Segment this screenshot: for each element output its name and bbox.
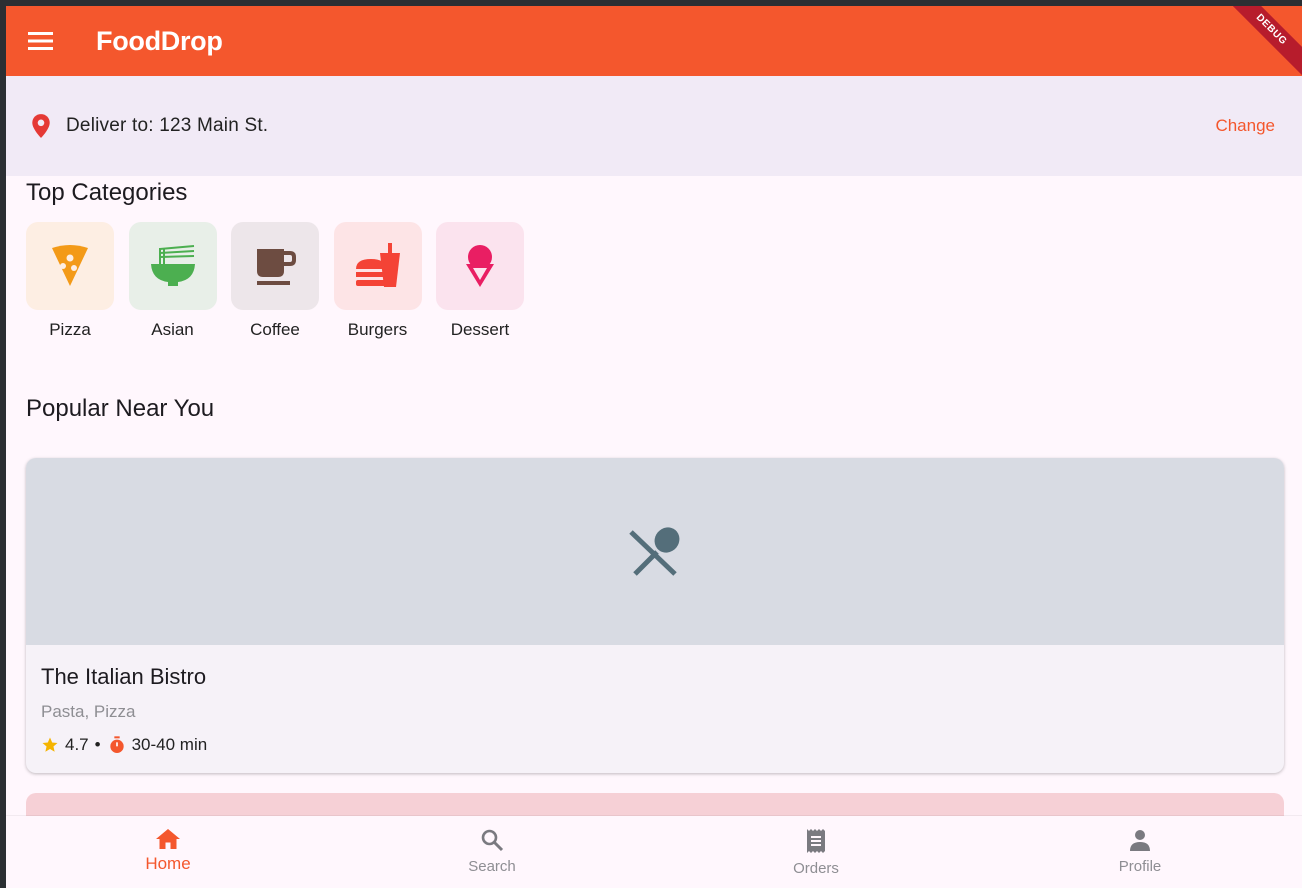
category-label: Coffee	[250, 320, 300, 339]
app-title: FoodDrop	[96, 25, 223, 56]
category-dessert[interactable]: Dessert	[436, 222, 539, 340]
menu-icon	[28, 32, 53, 50]
category-label: Pizza	[49, 320, 91, 339]
search-icon	[481, 829, 504, 852]
categories-list: Pizza Asian Coffee Burgers Dessert	[26, 222, 539, 340]
icecream-icon	[466, 245, 494, 287]
timer-icon	[109, 736, 124, 753]
bottom-navigation-bar: Home Search Orders Profile	[6, 816, 1302, 888]
app-bar: FoodDrop DEBUG	[6, 6, 1302, 84]
nav-label: Profile	[1118, 858, 1162, 875]
delivery-address-bar: Deliver to: 123 Main St. Change	[6, 76, 1302, 176]
category-pizza[interactable]: Pizza	[26, 222, 129, 340]
category-label: Burgers	[347, 320, 408, 339]
category-burgers[interactable]: Burgers	[333, 222, 437, 340]
ramen-icon	[150, 245, 195, 286]
delivery-address: Deliver to: 123 Main St.	[66, 115, 269, 136]
category-label: Dessert	[450, 320, 510, 339]
home-icon	[156, 829, 180, 849]
restaurant-meta: 4.7 • 30-40 min	[41, 735, 207, 755]
restaurant-cuisine: Pasta, Pizza	[41, 702, 136, 721]
restaurant-card[interactable]: The Italian Bistro Pasta, Pizza 4.7 • 30…	[26, 458, 1284, 773]
nav-label: Home	[145, 854, 191, 873]
person-icon	[1130, 830, 1150, 851]
popular-near-you-title: Popular Near You	[26, 395, 215, 422]
restaurant-name: The Italian Bistro	[41, 664, 207, 689]
change-address-button[interactable]: Change	[1215, 116, 1275, 136]
coffee-icon	[257, 249, 296, 285]
pizza-icon	[52, 245, 88, 286]
delivery-time: 30-40 min	[131, 735, 208, 754]
nav-search[interactable]: Search	[330, 816, 654, 888]
restaurant-image-placeholder	[26, 458, 1284, 645]
nav-home[interactable]: Home	[6, 816, 330, 888]
nav-profile[interactable]: Profile	[978, 816, 1302, 888]
menu-button[interactable]	[6, 6, 76, 76]
app-window: FoodDrop DEBUG Deliver to: 123 Main St. …	[6, 6, 1302, 888]
location-pin-icon	[32, 114, 50, 138]
meta-separator: •	[94, 735, 101, 754]
nav-orders[interactable]: Orders	[654, 816, 978, 888]
category-label: Asian	[151, 320, 194, 339]
category-coffee[interactable]: Coffee	[231, 222, 334, 340]
receipt-icon	[807, 829, 825, 853]
nav-label: Search	[468, 858, 516, 875]
star-icon	[42, 737, 58, 752]
top-categories-title: Top Categories	[26, 179, 188, 206]
restaurant-rating: 4.7	[65, 735, 89, 754]
fastfood-icon	[355, 243, 400, 287]
debug-banner: DEBUG	[1217, 6, 1302, 84]
category-asian[interactable]: Asian	[128, 222, 232, 340]
restaurant-icon	[629, 526, 680, 576]
nav-label: Orders	[793, 860, 839, 877]
